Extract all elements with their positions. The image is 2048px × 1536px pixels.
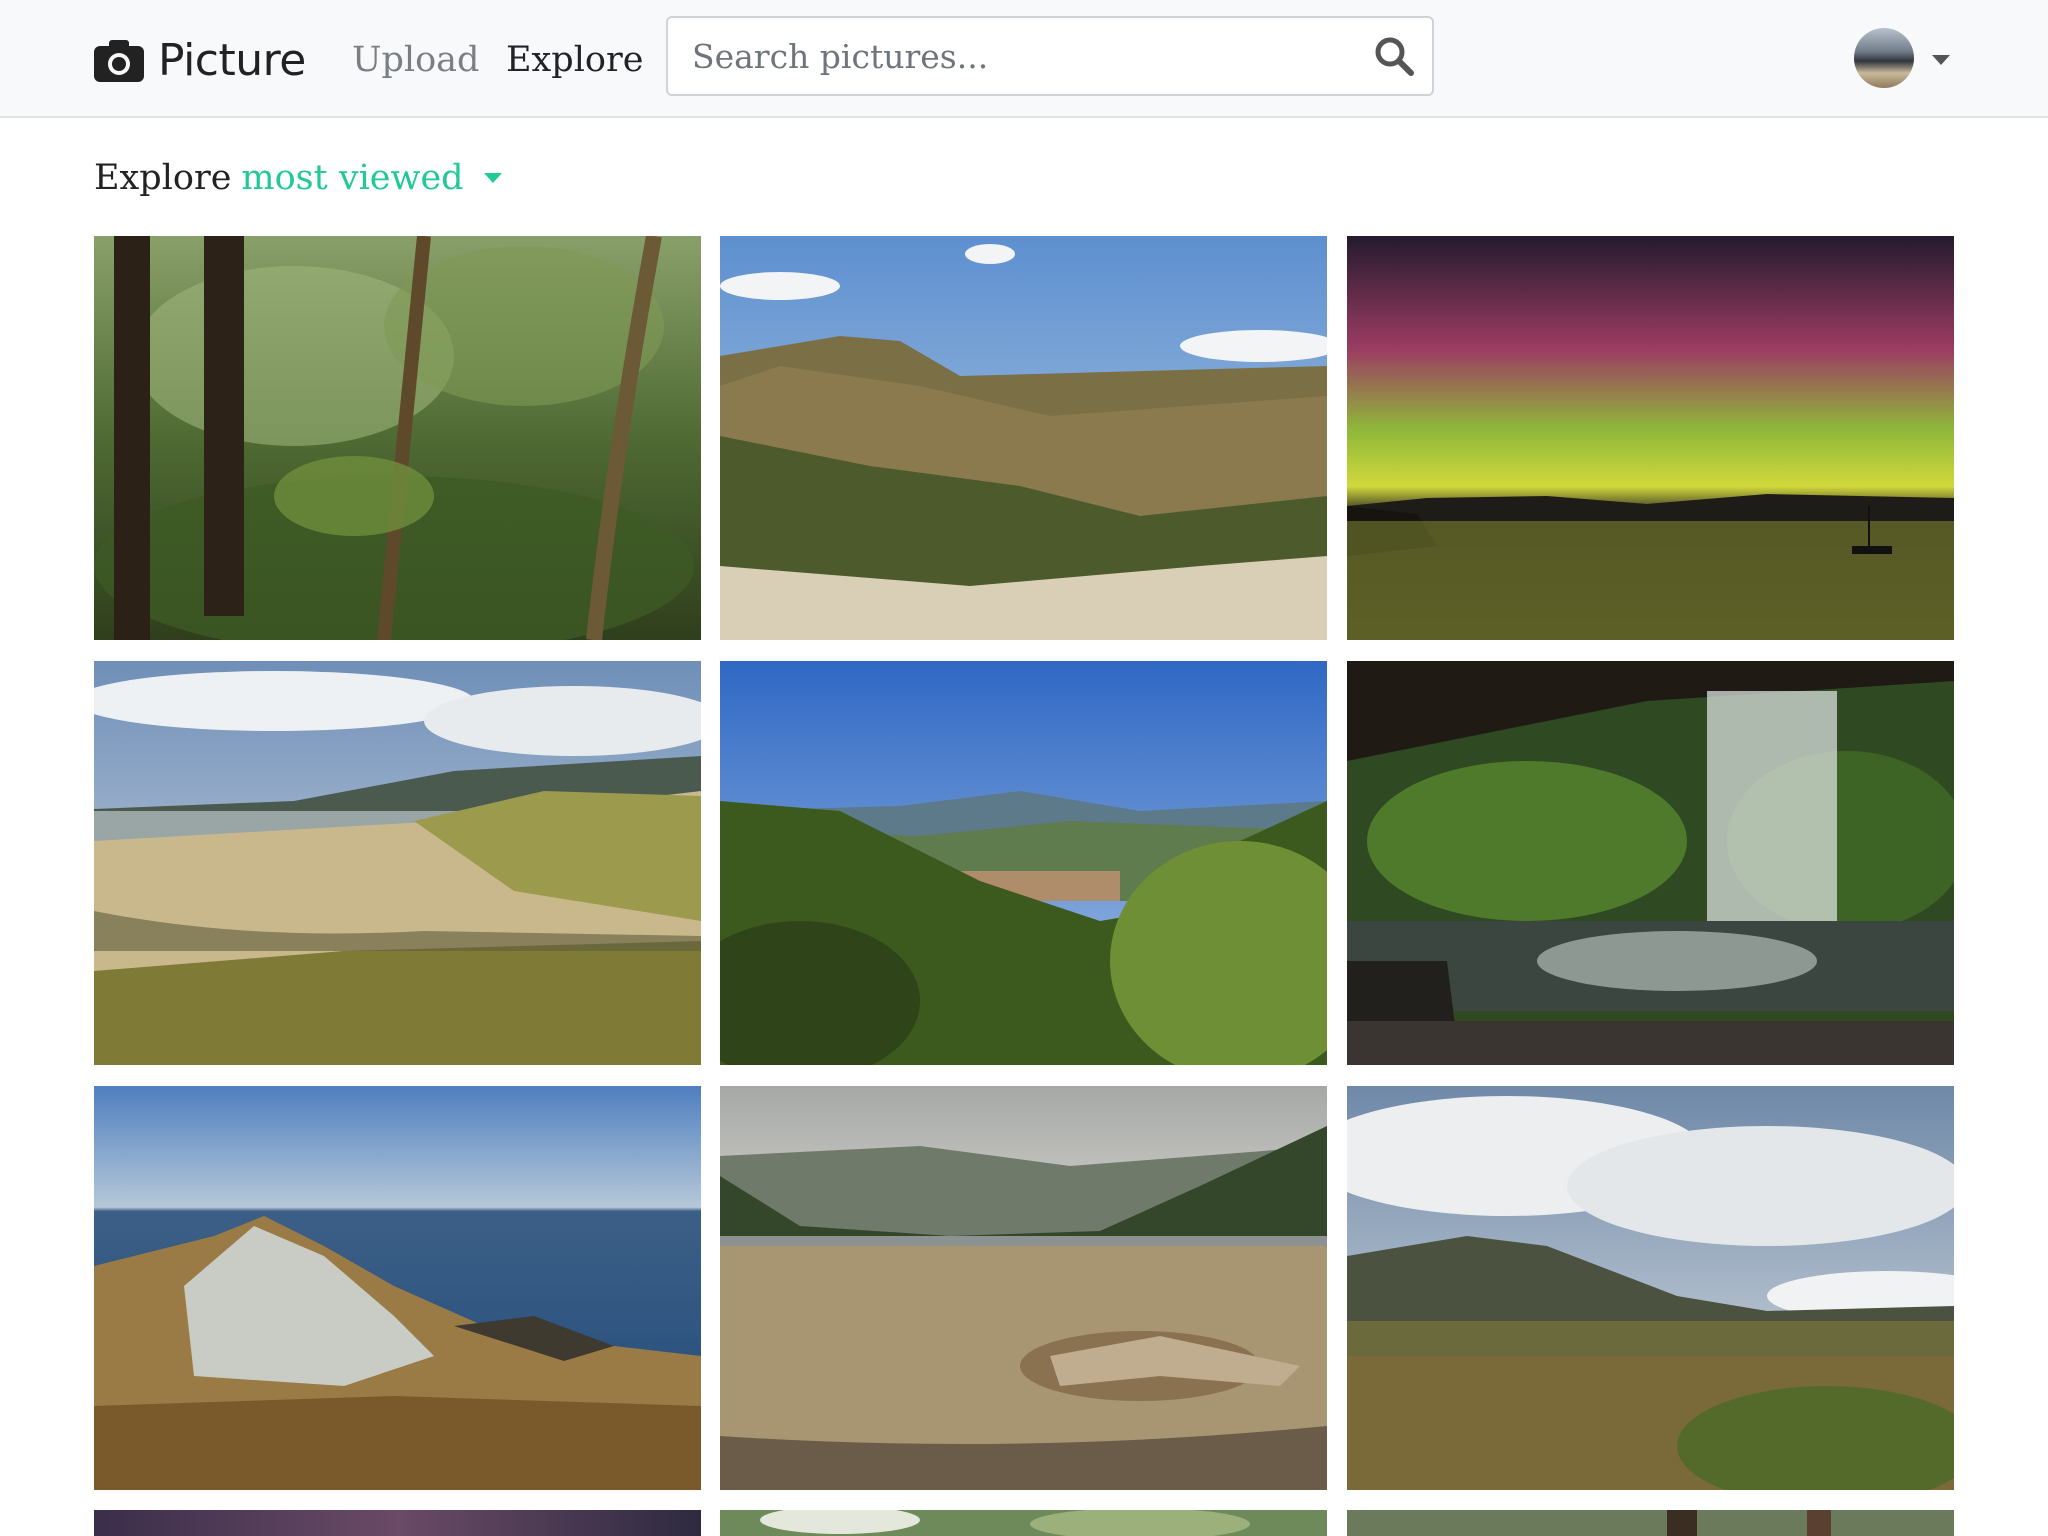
photo-grassland-clouds [1347,1086,1954,1490]
photo-sunset [94,1510,701,1536]
photo-waterfall-cave [1347,661,1954,1065]
photo-green-hills [720,661,1327,1065]
photo-card-sunset[interactable] [94,1510,701,1536]
photo-card-grassland-clouds[interactable] [1347,1086,1954,1490]
photo-card-mountain-valley[interactable] [720,236,1327,640]
photo-rainforest [94,236,701,640]
photo-card-green-hills[interactable] [720,661,1327,1065]
photo-card-forest-trunks[interactable] [1347,1510,1954,1536]
photo-beach-dunes [94,661,701,1065]
photo-aurora-lake [1347,236,1954,640]
photo-rocky-summit-sea [94,1086,701,1490]
photo-card-beach-dunes[interactable] [94,661,701,1065]
photo-card-rainforest[interactable] [94,236,701,640]
photo-grid [0,0,2048,1536]
photo-card-beach-driftwood[interactable] [720,1086,1327,1490]
photo-forest-light [720,1510,1327,1536]
photo-card-rocky-summit-sea[interactable] [94,1086,701,1490]
photo-card-aurora-lake[interactable] [1347,236,1954,640]
photo-card-forest-light[interactable] [720,1510,1327,1536]
photo-forest-trunks [1347,1510,1954,1536]
photo-mountain-valley [720,236,1327,640]
photo-card-waterfall-cave[interactable] [1347,661,1954,1065]
photo-beach-driftwood [720,1086,1327,1490]
